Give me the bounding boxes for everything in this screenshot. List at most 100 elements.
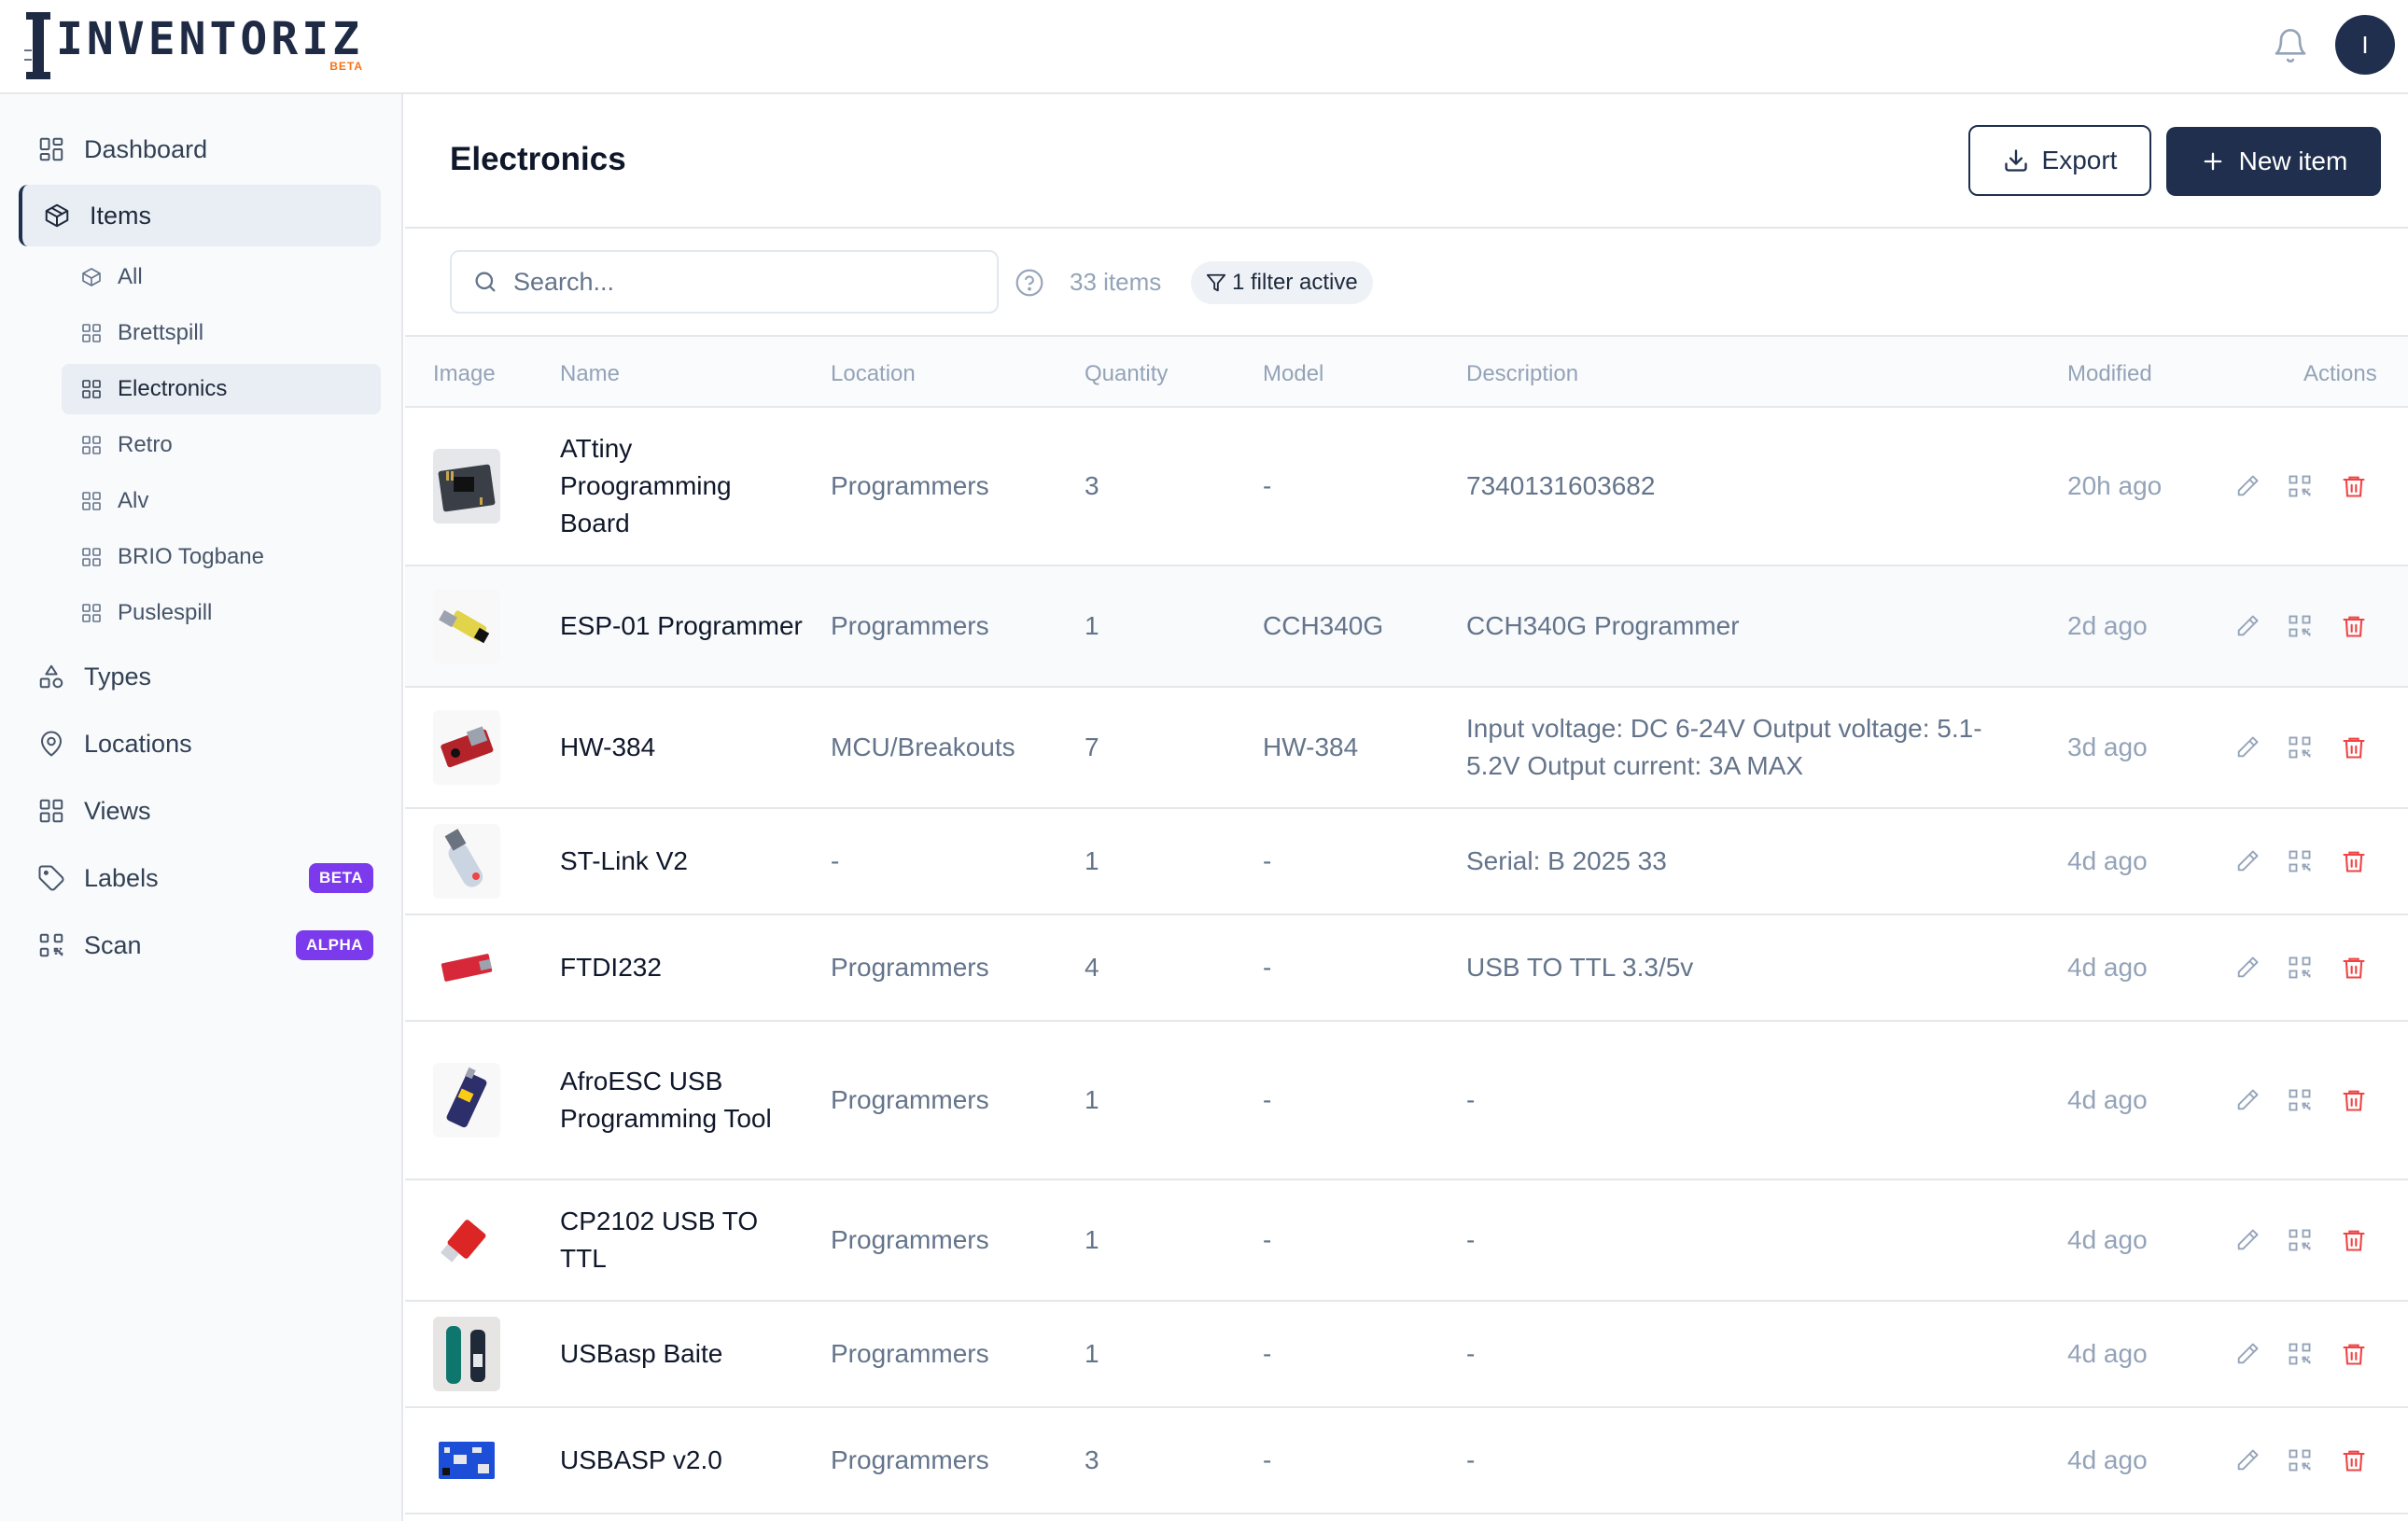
beta-badge: BETA <box>308 863 373 893</box>
qr-code-icon[interactable] <box>2287 955 2313 981</box>
item-thumbnail[interactable] <box>433 449 500 523</box>
table-row[interactable]: USBasp Baite Programmers 1 - - 4d ago <box>405 1302 2408 1408</box>
item-location: Programmers <box>831 1339 989 1368</box>
app-logo[interactable]: INVENTORIZ BETA <box>24 11 363 80</box>
delete-icon[interactable] <box>2341 734 2367 760</box>
table-row[interactable]: ESP-01 Programmer Programmers 1 CCH340G CCH3… <box>405 566 2408 688</box>
qr-code-icon[interactable] <box>2287 1227 2313 1253</box>
sidebar-item-types[interactable]: Types <box>19 646 381 707</box>
item-thumbnail[interactable] <box>433 1317 500 1391</box>
item-description: - <box>1466 1445 1476 1474</box>
bell-icon[interactable] <box>2272 27 2309 64</box>
item-description: CCH340G Programmer <box>1466 611 1740 640</box>
table-row[interactable]: HW-384 MCU/Breakouts 7 HW-384 Input voltage:… <box>405 688 2408 809</box>
column-header-location[interactable]: Location <box>831 361 916 387</box>
column-header-quantity[interactable]: Quantity <box>1085 361 1168 387</box>
search-input[interactable] <box>513 267 961 297</box>
sidebar-subitem-puslespill[interactable]: Puslespill <box>62 588 381 638</box>
edit-icon[interactable] <box>2234 473 2261 499</box>
delete-icon[interactable] <box>2341 613 2367 639</box>
item-thumbnail[interactable] <box>433 710 500 785</box>
sidebar-subitem-all[interactable]: All <box>62 252 381 302</box>
sidebar-subitem-brio-togbane[interactable]: BRIO Togbane <box>62 532 381 582</box>
column-header-image[interactable]: Image <box>433 361 496 387</box>
sidebar-item-views[interactable]: Views <box>19 780 381 842</box>
sidebar-item-locations[interactable]: Locations <box>19 713 381 774</box>
table-row[interactable]: CP2102 USB TO TTL Programmers 1 - - 4d ago <box>405 1180 2408 1302</box>
delete-icon[interactable] <box>2341 473 2367 499</box>
qr-code-icon[interactable] <box>2287 1341 2313 1367</box>
sidebar-subitem-brettspill[interactable]: Brettspill <box>62 308 381 358</box>
item-name[interactable]: USBasp Baite <box>560 1335 803 1373</box>
qr-code-icon[interactable] <box>2287 1447 2313 1473</box>
item-name[interactable]: AfroESC USB Programming Tool <box>560 1063 803 1137</box>
item-location: Programmers <box>831 1445 989 1474</box>
filter-chip[interactable]: 1 filter active <box>1191 261 1373 304</box>
item-name[interactable]: USBASP v2.0 <box>560 1442 803 1479</box>
table-row[interactable]: FTDI232 Programmers 4 - USB TO TTL 3.3/5v 4d … <box>405 915 2408 1022</box>
header-divider <box>405 227 2408 229</box>
search-field[interactable] <box>450 250 999 314</box>
item-modified: 4d ago <box>2067 1225 2148 1254</box>
item-thumbnail[interactable] <box>433 1063 500 1137</box>
sidebar-item-dashboard[interactable]: Dashboard <box>19 119 381 180</box>
sidebar-subitem-electronics[interactable]: Electronics <box>62 364 381 414</box>
item-thumbnail[interactable] <box>433 1423 500 1498</box>
item-model: - <box>1263 471 1272 500</box>
item-name[interactable]: CP2102 USB TO TTL <box>560 1203 803 1277</box>
edit-icon[interactable] <box>2234 1447 2261 1473</box>
item-name[interactable]: ST-Link V2 <box>560 843 803 880</box>
edit-icon[interactable] <box>2234 734 2261 760</box>
qr-code-icon[interactable] <box>2287 848 2313 874</box>
edit-icon[interactable] <box>2234 955 2261 981</box>
item-thumbnail[interactable] <box>433 824 500 899</box>
column-header-description[interactable]: Description <box>1466 361 1578 387</box>
item-name[interactable]: FTDI232 <box>560 949 803 986</box>
item-name[interactable]: ESP-01 Programmer <box>560 607 803 645</box>
qr-code-icon[interactable] <box>2287 473 2313 499</box>
help-circle-icon[interactable] <box>1015 268 1044 298</box>
item-modified: 3d ago <box>2067 733 2148 761</box>
item-thumbnail[interactable] <box>433 589 500 663</box>
shapes-icon <box>39 664 63 689</box>
edit-icon[interactable] <box>2234 613 2261 639</box>
delete-icon[interactable] <box>2341 1227 2367 1253</box>
sidebar-subitem-alv[interactable]: Alv <box>62 476 381 526</box>
qr-code-icon[interactable] <box>2287 613 2313 639</box>
new-item-button[interactable]: New item <box>2166 127 2381 196</box>
edit-icon[interactable] <box>2234 1227 2261 1253</box>
item-modified: 4d ago <box>2067 1339 2148 1368</box>
qr-code-icon[interactable] <box>2287 1087 2313 1113</box>
column-header-model[interactable]: Model <box>1263 361 1323 387</box>
table-row[interactable]: ATtiny Proogramming Board Programmers 3 - 73… <box>405 408 2408 566</box>
edit-icon[interactable] <box>2234 1087 2261 1113</box>
delete-icon[interactable] <box>2341 1341 2367 1367</box>
table-row[interactable]: USBASP v2.0 Programmers 3 - - 4d ago <box>405 1408 2408 1514</box>
sidebar-item-items[interactable]: Items <box>19 185 381 246</box>
table-row[interactable]: AfroESC USB Programming Tool Programmers 1… <box>405 1022 2408 1180</box>
item-name[interactable]: ATtiny Proogramming Board <box>560 430 803 542</box>
delete-icon[interactable] <box>2341 1447 2367 1473</box>
delete-icon[interactable] <box>2341 848 2367 874</box>
sidebar-subitem-retro[interactable]: Retro <box>62 420 381 470</box>
table-row[interactable]: ST-Link V2-1- Serial: B 2025 33 4d ago <box>405 809 2408 915</box>
user-avatar[interactable]: I <box>2335 15 2395 75</box>
item-thumbnail[interactable] <box>433 930 500 1005</box>
qr-code-icon[interactable] <box>2287 734 2313 760</box>
sidebar-item-labels[interactable]: Labels BETA <box>19 847 381 909</box>
column-header-modified[interactable]: Modified <box>2067 361 2152 387</box>
alpha-badge: ALPHA <box>295 930 373 960</box>
item-thumbnail[interactable] <box>433 1203 500 1277</box>
sidebar-item-scan[interactable]: Scan ALPHA <box>19 914 381 976</box>
item-modified: 4d ago <box>2067 953 2148 982</box>
column-header-name[interactable]: Name <box>560 361 620 387</box>
delete-icon[interactable] <box>2341 955 2367 981</box>
sidebar-item-label: Labels <box>84 863 159 892</box>
edit-icon[interactable] <box>2234 848 2261 874</box>
export-button[interactable]: Export <box>1968 125 2151 196</box>
delete-icon[interactable] <box>2341 1087 2367 1113</box>
grid-icon <box>82 548 101 566</box>
box-icon <box>45 203 69 228</box>
item-name[interactable]: HW-384 <box>560 729 803 766</box>
edit-icon[interactable] <box>2234 1341 2261 1367</box>
